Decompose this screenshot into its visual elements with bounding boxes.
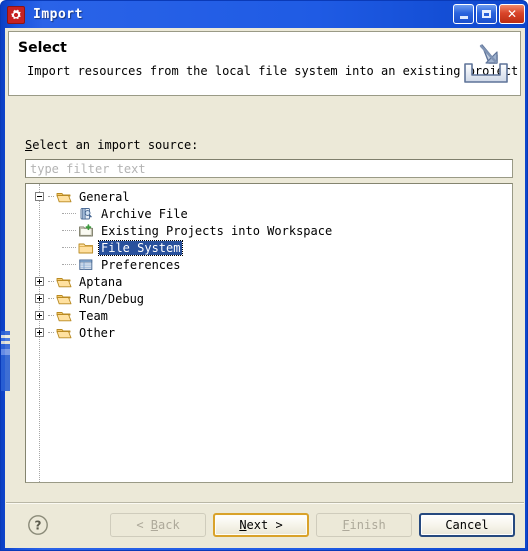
maximize-icon (482, 10, 491, 18)
tree-item-label: Other (79, 325, 116, 340)
tree-item-label: Preferences (101, 257, 181, 272)
minimize-icon (459, 16, 468, 19)
folder-closed-icon (78, 241, 94, 255)
minimize-button[interactable] (453, 4, 474, 24)
tree-item-team[interactable]: Team (26, 307, 512, 324)
page-title: Select (18, 40, 67, 56)
tree-item-other[interactable]: Other (26, 324, 512, 341)
preferences-icon (78, 258, 94, 272)
existing-projects-icon (78, 223, 94, 238)
tree-connector (62, 229, 76, 232)
import-arrow-icon (459, 40, 513, 90)
svg-text:?: ? (35, 519, 42, 533)
gear-icon (7, 5, 25, 24)
tree-connector (62, 246, 76, 249)
dialog-button-bar: < Back Next > Finish Cancel (110, 513, 515, 537)
tree-connector (62, 212, 76, 215)
help-question-icon: ? (28, 515, 48, 535)
finish-button[interactable]: Finish (316, 513, 412, 537)
tree-item-general[interactable]: General (26, 188, 512, 205)
import-source-label-rest: elect an import source: (32, 138, 199, 152)
tree-connector (48, 314, 54, 317)
cancel-button[interactable]: Cancel (419, 513, 515, 537)
import-source-label: Select an import source: (25, 138, 198, 152)
import-source-tree[interactable]: General Archive File Existing Projects int… (25, 183, 513, 483)
archive-file-icon (78, 207, 94, 221)
finish-button-label: Finish (342, 518, 386, 532)
tree-item-file-system[interactable]: File System (26, 239, 512, 256)
tree-connector (62, 263, 76, 266)
next-button-label: Next > (239, 518, 283, 532)
tree-item-existing-projects-into-workspace[interactable]: Existing Projects into Workspace (26, 222, 512, 239)
title-bar[interactable]: Import ✕ (1, 1, 528, 28)
tree-connector (48, 195, 54, 198)
folder-open-icon (56, 326, 72, 340)
tree-item-run-debug[interactable]: Run/Debug (26, 290, 512, 307)
tree-item-label: Team (79, 308, 108, 323)
help-button[interactable]: ? (27, 514, 49, 536)
folder-open-icon (56, 190, 72, 204)
collapse-toggle-icon[interactable] (35, 192, 44, 201)
import-dialog-window: Import ✕ Select Import resources from th… (0, 0, 528, 551)
expand-toggle-icon[interactable] (35, 294, 44, 303)
tree-item-aptana[interactable]: Aptana (26, 273, 512, 290)
maximize-button[interactable] (476, 4, 497, 24)
dialog-client-area: Select Import resources from the local f… (5, 28, 525, 548)
wizard-header: Select Import resources from the local f… (8, 31, 521, 96)
tree-connector (48, 331, 54, 334)
back-button[interactable]: < Back (110, 513, 206, 537)
window-title: Import (33, 7, 83, 22)
tree-item-label: Aptana (79, 274, 123, 289)
expand-toggle-icon[interactable] (35, 328, 44, 337)
tree-item-label: Archive File (101, 206, 188, 221)
tree-connector (48, 297, 54, 300)
tree-connector (48, 280, 54, 283)
page-description: Import resources from the local file sys… (27, 64, 521, 78)
close-button[interactable]: ✕ (499, 4, 525, 24)
window-controls: ✕ (453, 4, 525, 24)
folder-open-icon (56, 309, 72, 323)
tree-item-archive-file[interactable]: Archive File (26, 205, 512, 222)
footer-separator (6, 502, 524, 504)
tree-item-label: Existing Projects into Workspace (101, 223, 333, 238)
filter-input[interactable] (25, 159, 513, 178)
tree-item-preferences[interactable]: Preferences (26, 256, 512, 273)
cancel-button-label: Cancel (445, 518, 489, 532)
folder-open-icon (56, 275, 72, 289)
tree-item-label: Run/Debug (79, 291, 145, 306)
expand-toggle-icon[interactable] (35, 277, 44, 286)
close-icon: ✕ (506, 7, 518, 21)
back-button-label: < Back (136, 518, 180, 532)
tree-item-label: General (79, 189, 130, 204)
next-button[interactable]: Next > (213, 513, 309, 537)
folder-open-icon (56, 292, 72, 306)
expand-toggle-icon[interactable] (35, 311, 44, 320)
tree-item-label: File System (97, 239, 184, 256)
